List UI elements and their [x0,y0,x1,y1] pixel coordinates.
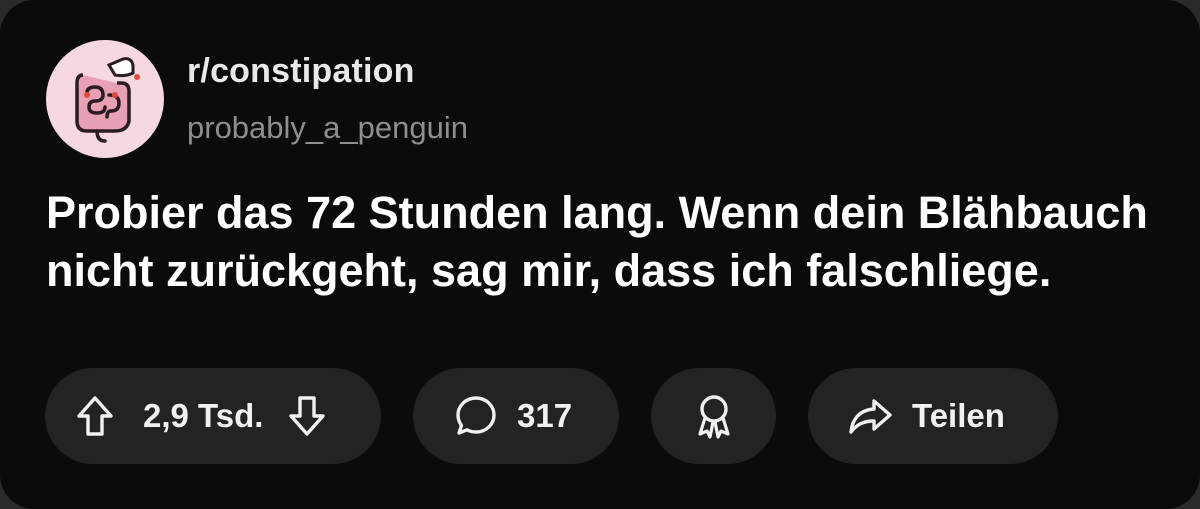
post-username[interactable]: probably_a_penguin [187,110,468,146]
share-arrow-icon [846,396,894,436]
arrow-down-icon [289,396,326,436]
share-button[interactable]: Teilen [808,368,1058,464]
subreddit-name[interactable]: r/constipation [187,52,415,91]
comments-button[interactable]: 317 [413,368,619,464]
upvote-button[interactable] [75,394,115,438]
upvote-count: 2,9 Tsd. [143,397,264,434]
action-bar: 2,9 Tsd. 317 Teilen [0,368,1200,464]
post-title[interactable]: Probier das 72 Stunden lang. Wenn dein B… [46,184,1166,300]
award-icon [697,395,730,439]
intestine-icon [75,57,140,143]
downvote-button[interactable] [287,394,327,438]
award-button[interactable] [651,368,776,464]
post-card[interactable]: r/constipation probably_a_penguin Probie… [0,0,1200,509]
comment-bubble-icon [453,393,499,439]
comment-count: 317 [517,397,573,434]
share-label: Teilen [912,397,1005,434]
vote-control: 2,9 Tsd. [45,368,381,464]
arrow-up-icon [77,396,113,436]
subreddit-avatar[interactable] [46,40,164,158]
